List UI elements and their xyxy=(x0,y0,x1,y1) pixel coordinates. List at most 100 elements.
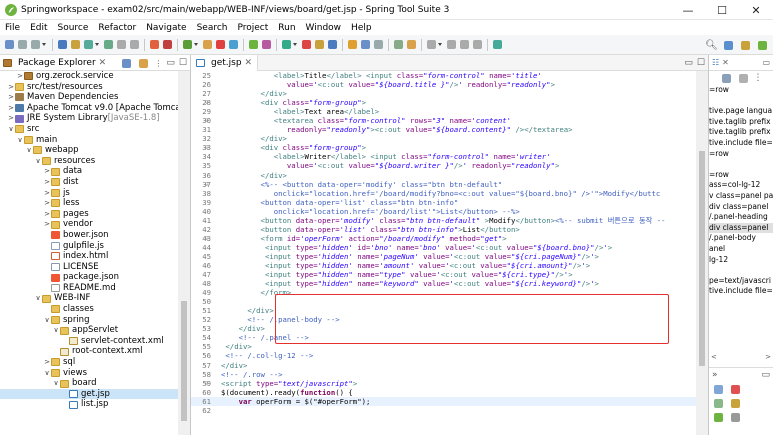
restore-icon[interactable]: » xyxy=(712,370,718,380)
close-tab-icon[interactable]: ✕ xyxy=(99,58,107,68)
close-tab-icon[interactable]: ✕ xyxy=(245,58,253,68)
toolbar-button-icon[interactable] xyxy=(58,40,67,49)
outline-item[interactable]: tive.page langua xyxy=(709,106,773,117)
minimize-view-icon[interactable]: ▭ xyxy=(762,58,770,67)
outline-item[interactable]: tive.taglib prefix xyxy=(709,127,773,138)
code-line[interactable]: 60 $(document).ready(function() { xyxy=(191,388,697,397)
fold-toggle-icon[interactable]: ⊖ xyxy=(205,379,209,388)
expanded-chevron-icon[interactable]: ∨ xyxy=(34,156,42,167)
toolbar-button-icon[interactable] xyxy=(249,40,258,49)
code-line[interactable]: 34 <label>Writer</label> <input class="f… xyxy=(191,152,697,161)
collapsed-chevron-icon[interactable]: > xyxy=(43,209,51,220)
pin-icon[interactable] xyxy=(714,384,723,394)
filter-icon[interactable] xyxy=(738,73,748,83)
collapsed-chevron-icon[interactable]: > xyxy=(43,188,51,199)
code-line[interactable]: 46 <input type='hidden' name='amount' va… xyxy=(191,261,697,270)
maximize-editor-icon[interactable]: ☐ xyxy=(697,58,705,68)
tree-item[interactable]: ∨ views xyxy=(0,368,178,379)
code-line[interactable]: 42 <button data-oper='list' class="btn b… xyxy=(191,225,697,234)
tree-item[interactable]: > src/test/resources xyxy=(0,82,178,93)
maximize-view-icon[interactable]: ☐ xyxy=(179,58,187,68)
outline-item[interactable] xyxy=(709,159,773,170)
toolbar-button-icon[interactable] xyxy=(130,40,139,49)
code-editor[interactable]: 25 <label>Title</label> <input class="fo… xyxy=(191,71,697,435)
outline-hscrollbar[interactable]: < > xyxy=(711,352,771,362)
code-line[interactable]: 29 <label>Text area</label> xyxy=(191,107,697,116)
menu-project[interactable]: Project xyxy=(232,23,273,33)
toolbar-button-icon[interactable] xyxy=(315,40,324,49)
outline-item[interactable]: div class=panel xyxy=(709,202,773,213)
tree-item[interactable]: > org.zerock.service xyxy=(0,71,178,82)
minimize-view-icon[interactable]: ▭ xyxy=(761,370,770,380)
tree-item[interactable]: ∨ spring xyxy=(0,315,178,326)
code-line[interactable]: 56 <!-- /.col-lg-12 --> xyxy=(191,351,697,360)
editor-scrollbar[interactable] xyxy=(696,71,708,435)
outline-item[interactable]: tive.include file= xyxy=(709,138,773,149)
minimize-view-icon[interactable]: ▭ xyxy=(166,58,175,68)
collapsed-chevron-icon[interactable]: > xyxy=(7,92,15,103)
outline-item[interactable]: =row xyxy=(709,149,773,160)
tree-item[interactable]: > Maven Dependencies xyxy=(0,92,178,103)
minimize-editor-icon[interactable]: ▭ xyxy=(684,58,693,68)
collapsed-chevron-icon[interactable]: > xyxy=(43,219,51,230)
editor-scrollbar-thumb[interactable] xyxy=(699,151,705,366)
tree-item[interactable]: > sql xyxy=(0,357,178,368)
toolbar-button-icon[interactable] xyxy=(71,40,80,49)
code-line[interactable]: 58 <!-- /.row --> xyxy=(191,370,697,379)
code-line[interactable]: 33 ⊖ <div class="form-group"> xyxy=(191,143,697,152)
outline-item[interactable]: lg-12 xyxy=(709,255,773,266)
outline-item[interactable]: =row xyxy=(709,170,773,181)
fold-toggle-icon[interactable]: ⊖ xyxy=(205,180,209,189)
outline-item[interactable]: ass=col-lg-12 xyxy=(709,180,773,191)
code-line[interactable]: 38 onclick="location.href='/board/modify… xyxy=(191,189,697,198)
explorer-scrollbar-thumb[interactable] xyxy=(181,301,187,421)
package-explorer-tab[interactable]: Package Explorer ✕ ⋮ ▭ ☐ xyxy=(0,55,190,71)
toolbar-dropdown-icon[interactable] xyxy=(194,43,198,46)
outline-item[interactable]: anel xyxy=(709,244,773,255)
close-button[interactable]: ✕ xyxy=(739,0,773,20)
outline-item[interactable] xyxy=(709,96,773,107)
code-line[interactable]: 61 var operForm = $("#operForm"); xyxy=(191,396,697,406)
toolbar-button-icon[interactable] xyxy=(348,40,357,49)
toolbar-dropdown-icon[interactable] xyxy=(293,43,297,46)
tree-item[interactable]: ∨ board xyxy=(0,378,178,389)
link-editor-icon[interactable] xyxy=(139,58,149,68)
open-perspective-icon[interactable] xyxy=(724,40,733,50)
view-menu-icon[interactable]: ⋮ xyxy=(154,59,162,68)
code-line[interactable]: 30 ⊖ <textarea class="form-control" rows=… xyxy=(191,116,697,125)
maximize-button[interactable]: ☐ xyxy=(705,0,739,20)
tree-item[interactable]: get.jsp xyxy=(0,388,178,400)
toolbar-button-icon[interactable] xyxy=(31,40,40,49)
collapsed-chevron-icon[interactable]: > xyxy=(7,113,15,124)
code-line[interactable]: 26 value='<c:out value="${board.title }"… xyxy=(191,80,697,89)
toolbar-button-icon[interactable] xyxy=(361,40,370,49)
collapsed-chevron-icon[interactable]: > xyxy=(43,198,51,209)
expanded-chevron-icon[interactable]: ∨ xyxy=(16,135,24,146)
menu-help[interactable]: Help xyxy=(346,23,377,33)
toolbar-button-icon[interactable] xyxy=(427,40,436,49)
refresh-icon[interactable] xyxy=(731,398,740,408)
collapsed-chevron-icon[interactable]: > xyxy=(43,166,51,177)
toolbar-button-icon[interactable] xyxy=(163,40,172,49)
expand-icon[interactable] xyxy=(731,384,740,394)
expanded-chevron-icon[interactable]: ∨ xyxy=(52,378,60,389)
link-icon[interactable] xyxy=(714,398,723,408)
tree-item[interactable]: ∨ appServlet xyxy=(0,325,178,336)
outline-item[interactable]: v class=panel pa xyxy=(709,191,773,202)
expanded-chevron-icon[interactable]: ∨ xyxy=(43,315,51,326)
collapse-all-icon[interactable] xyxy=(122,58,132,68)
tree-item[interactable]: list.jsp xyxy=(0,399,178,410)
toolbar-button-icon[interactable] xyxy=(328,40,337,49)
scroll-right-icon[interactable]: > xyxy=(765,353,771,361)
toolbar-button-icon[interactable] xyxy=(84,40,93,49)
code-line[interactable]: 47 <input type="hidden" name="type" valu… xyxy=(191,270,697,279)
code-line[interactable]: 25 <label>Title</label> <input class="fo… xyxy=(191,71,697,80)
collapsed-chevron-icon[interactable]: > xyxy=(43,177,51,188)
toolbar-button-icon[interactable] xyxy=(104,40,113,49)
code-line[interactable]: 41 <button data-oper='modify' class="btn… xyxy=(191,216,697,225)
collapsed-chevron-icon[interactable]: > xyxy=(43,357,51,368)
tree-item[interactable]: gulpfile.js xyxy=(0,241,178,252)
tree-item[interactable]: > dist xyxy=(0,177,178,188)
code-line[interactable]: 31 readonly="readonly"><c:out value="${b… xyxy=(191,125,697,134)
collapsed-chevron-icon[interactable]: > xyxy=(16,71,24,82)
